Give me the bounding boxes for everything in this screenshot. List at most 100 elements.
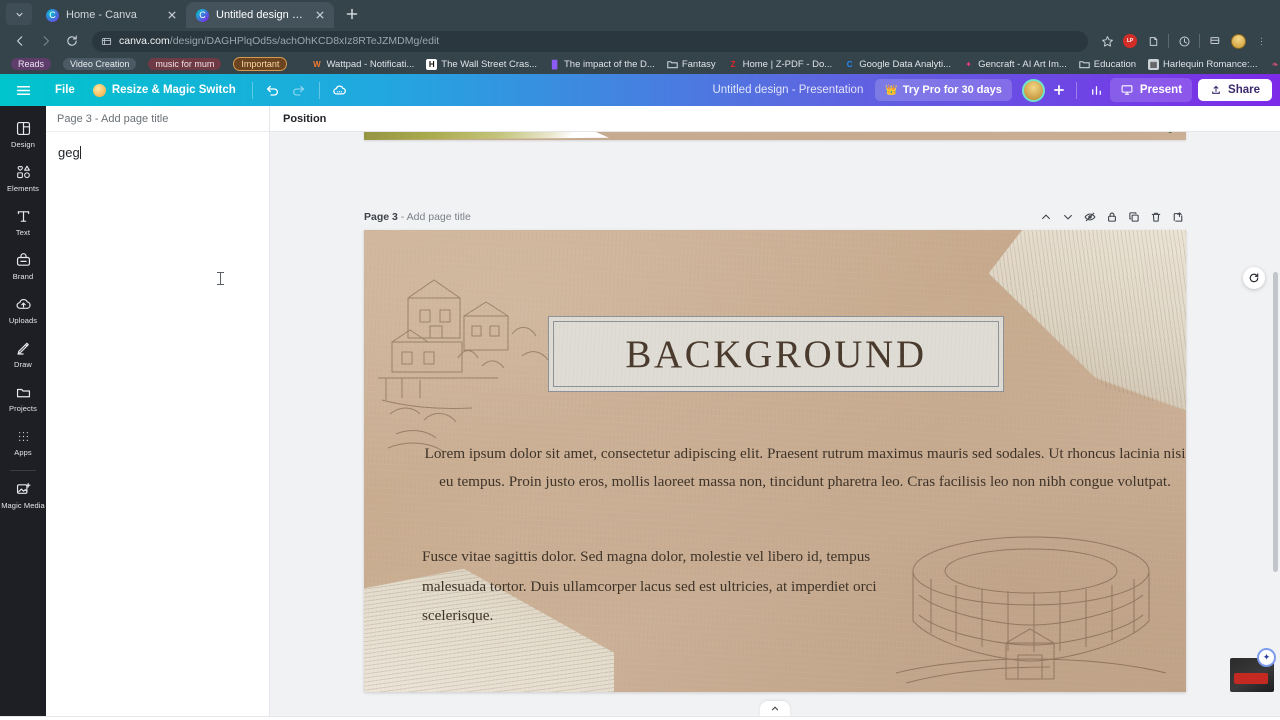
tab-search-button[interactable] <box>6 3 32 25</box>
slide-title-box[interactable]: BACKGROUND <box>548 316 1004 392</box>
bookmark-gencraft[interactable]: ✦ Gencraft - AI Art Im... <box>958 57 1072 72</box>
bookmark-harlequin-romance[interactable]: ▦ Harlequin Romance:... <box>1143 57 1263 72</box>
cloud-saved-icon[interactable] <box>327 77 353 103</box>
file-menu-button[interactable]: File <box>46 79 84 101</box>
bookmark-label: Home | Z-PDF - Do... <box>742 58 833 70</box>
promo-thumbnail[interactable]: ✦ <box>1230 648 1278 692</box>
notes-panel-header: Page 3 - Add page title <box>46 106 269 132</box>
sidebar-item-elements[interactable]: Elements <box>0 156 46 200</box>
previous-slide-preview[interactable] <box>364 132 1186 140</box>
try-pro-label: Try Pro for 30 days <box>902 84 1002 96</box>
browser-tab-untitled-design[interactable]: C Untitled design - Presentation <box>186 2 334 28</box>
bookmark-folder-fantasy[interactable]: Fantasy <box>662 57 721 72</box>
regenerate-icon[interactable] <box>1243 267 1265 289</box>
try-pro-button[interactable]: 👑 Try Pro for 30 days <box>875 79 1012 101</box>
slide-canvas[interactable]: BACKGROUND Lorem ipsum dolor sit amet, c… <box>364 230 1186 692</box>
move-down-icon[interactable] <box>1059 209 1076 226</box>
bookmark-icon: ❧ <box>1271 59 1279 69</box>
toolbar-divider <box>1168 34 1169 48</box>
duplicate-icon[interactable] <box>1125 209 1142 226</box>
page-label[interactable]: Page 3 - Add page title <box>364 211 471 223</box>
notes-editor[interactable]: geg <box>46 132 269 716</box>
page-tools <box>1037 209 1186 226</box>
bookmark-google-data-analytics[interactable]: C Google Data Analyti... <box>839 57 956 72</box>
bookmark-wall-street-crash[interactable]: H The Wall Street Cras... <box>421 57 542 72</box>
profile-avatar[interactable] <box>1227 30 1249 52</box>
close-icon[interactable] <box>313 8 327 22</box>
sidebar-item-projects[interactable]: Projects <box>0 376 46 420</box>
page-label-separator: - <box>397 211 407 223</box>
reload-button[interactable] <box>60 29 84 53</box>
share-button[interactable]: Share <box>1198 79 1272 101</box>
canvas-area[interactable]: Page 3 - Add page title BACKGROUND Lorem… <box>270 132 1280 716</box>
undo-icon[interactable] <box>260 77 286 103</box>
slide-paragraph-1[interactable]: Lorem ipsum dolor sit amet, consectetur … <box>422 440 1186 495</box>
canva-design-icon: C <box>196 8 209 22</box>
delete-icon[interactable] <box>1147 209 1164 226</box>
position-button[interactable]: Position <box>283 113 326 125</box>
present-button[interactable]: Present <box>1109 78 1193 102</box>
sidebar-item-brand[interactable]: Brand <box>0 244 46 288</box>
sidebar-item-apps[interactable]: Apps <box>0 420 46 464</box>
bookmark-label: Reads <box>11 58 52 70</box>
bookmark-folder-video-creation[interactable]: Video Creation <box>58 56 141 72</box>
red-key-decoration <box>1234 673 1268 684</box>
bookmark-folder-important[interactable]: Important <box>228 55 292 73</box>
letter-h-icon: H <box>426 58 438 70</box>
close-icon[interactable] <box>165 8 179 22</box>
bookmark-folder-reads[interactable]: Reads <box>6 56 56 72</box>
extensions-icon[interactable] <box>1142 30 1164 52</box>
lastpass-extension-icon[interactable]: LP <box>1119 30 1141 52</box>
collections-icon[interactable] <box>1204 30 1226 52</box>
url-host: canva.com <box>119 35 170 47</box>
bookmark-folder-music-for-mum[interactable]: music for mum <box>143 56 226 72</box>
bookmark-z-pdf[interactable]: Z Home | Z-PDF - Do... <box>723 57 838 72</box>
lock-icon[interactable] <box>1103 209 1120 226</box>
bookmark-label: Gencraft - AI Art Im... <box>978 58 1067 70</box>
slide-paragraph-2[interactable]: Fusce vitae sagittis dolor. Sed magna do… <box>422 542 892 631</box>
text-caret <box>79 146 81 159</box>
move-up-icon[interactable] <box>1037 209 1054 226</box>
sidebar-item-label: Design <box>11 140 35 149</box>
address-bar[interactable]: canva.com/design/DAGHPlqOd5s/achOhKCD8xI… <box>92 30 1088 52</box>
bookmark-wattpad[interactable]: W Wattpad - Notificati... <box>306 57 419 72</box>
notes-text-value: geg <box>58 145 80 160</box>
new-tab-button[interactable] <box>340 2 364 26</box>
document-title[interactable]: Untitled design - Presentation <box>712 84 875 96</box>
collapse-panel-button[interactable] <box>760 701 790 716</box>
sidebar-item-magic-media[interactable]: Magic Media <box>0 473 46 517</box>
site-settings-icon[interactable] <box>101 36 112 47</box>
url-path: /design/DAGHPlqOd5s/achOhKCD8xIz8RTeJZMD… <box>169 35 440 47</box>
bookmark-star-icon[interactable] <box>1096 30 1118 52</box>
history-icon[interactable] <box>1173 30 1195 52</box>
toolbar-divider <box>1199 34 1200 48</box>
position-bar: Position <box>270 106 1280 132</box>
hide-page-icon[interactable] <box>1081 209 1098 226</box>
toolbar-divider <box>1075 81 1077 99</box>
page-title-placeholder: Add page title <box>406 211 471 223</box>
resize-magic-switch-button[interactable]: Resize & Magic Switch <box>84 79 245 102</box>
sidebar-item-design[interactable]: Design <box>0 112 46 156</box>
magic-badge-icon[interactable]: ✦ <box>1257 648 1276 667</box>
scrollbar-thumb[interactable] <box>1273 272 1278 572</box>
forward-button[interactable] <box>34 29 58 53</box>
bookmark-free-download-books[interactable]: ❧ Free Download Books <box>1265 57 1280 72</box>
hamburger-icon[interactable] <box>0 83 46 98</box>
add-collaborator-button[interactable] <box>1049 80 1069 100</box>
canvas-scrollbar[interactable] <box>1272 132 1278 716</box>
expand-icon[interactable] <box>1169 209 1186 226</box>
sidebar-item-uploads[interactable]: Uploads <box>0 288 46 332</box>
avatar[interactable] <box>1021 78 1045 102</box>
insights-icon[interactable] <box>1084 77 1110 103</box>
bookmark-impact-of-the-d[interactable]: ▐▌ The impact of the D... <box>544 57 660 72</box>
bookmark-label: Google Data Analyti... <box>859 58 952 70</box>
sidebar-item-text[interactable]: Text <box>0 200 46 244</box>
chrome-menu-icon[interactable] <box>1250 30 1272 52</box>
redo-icon[interactable] <box>286 77 312 103</box>
bookmark-label: Important <box>233 57 288 71</box>
back-button[interactable] <box>8 29 32 53</box>
bookmark-folder-education[interactable]: Education <box>1074 57 1141 72</box>
bookmark-label: music for mum <box>148 58 222 70</box>
browser-tab-home-canva[interactable]: C Home - Canva <box>36 2 186 28</box>
sidebar-item-draw[interactable]: Draw <box>0 332 46 376</box>
